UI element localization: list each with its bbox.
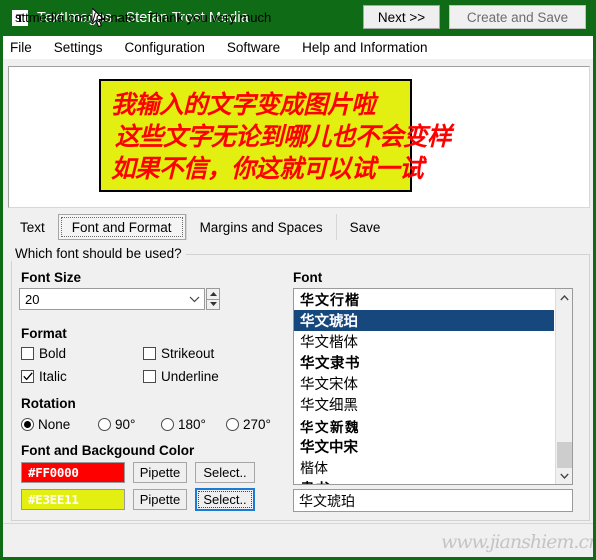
tab-margins-label: Margins and Spaces	[199, 219, 323, 235]
checkbox-bold-label: Bold	[39, 346, 67, 361]
background-color-select-button[interactable]: Select..	[195, 488, 255, 511]
checkbox-strikeout-box	[143, 347, 156, 360]
font-list-item-selected[interactable]: 华文琥珀	[294, 310, 554, 331]
checkbox-underline[interactable]: Underline	[143, 369, 219, 384]
font-list-item[interactable]: 华文楷体	[294, 331, 572, 352]
radio-rotation-none-circle	[21, 418, 34, 431]
font-color-select-button[interactable]: Select..	[195, 462, 255, 483]
checkbox-underline-label: Underline	[161, 369, 219, 384]
font-list-item[interactable]: 隶书	[294, 478, 572, 484]
spin-up-icon	[209, 291, 217, 296]
menu-item-configuration[interactable]: Configuration	[125, 38, 215, 57]
radio-rotation-180-circle	[161, 418, 174, 431]
generated-text-image: 我输入的文字变成图片啦 这些文字无论到哪儿也不会变样 如果不信，你这就可以试一试	[99, 79, 452, 192]
font-list-scrollbar[interactable]	[555, 289, 572, 484]
font-list-item[interactable]: 华文隶书	[294, 352, 572, 373]
radio-rotation-none[interactable]: None	[21, 417, 70, 432]
tab-text[interactable]: Text	[7, 214, 58, 240]
preview-line-1: 我输入的文字变成图片啦	[111, 90, 376, 119]
font-list-item[interactable]: 华文宋体	[294, 373, 572, 394]
background-color-field[interactable]: #E3EE11	[21, 489, 125, 510]
scrollbar-thumb[interactable]	[557, 442, 572, 468]
create-and-save-button: Create and Save	[449, 5, 586, 29]
radio-rotation-none-label: None	[38, 417, 71, 432]
radio-rotation-270-label: 270°	[243, 417, 271, 432]
font-list-item[interactable]: 华文中宋	[294, 436, 572, 457]
menu-item-file[interactable]: File	[10, 38, 42, 57]
checkbox-italic-label: Italic	[39, 369, 67, 384]
footer-bar	[3, 523, 593, 557]
radio-rotation-270[interactable]: 270°	[226, 417, 271, 432]
radio-rotation-180-label: 180°	[178, 417, 206, 432]
font-color-field[interactable]: #FF0000	[21, 462, 125, 483]
preview-panel: 我输入的文字变成图片啦 这些文字无论到哪儿也不会变样 如果不信，你这就可以试一试	[8, 66, 590, 208]
checkbox-italic-box	[21, 370, 34, 383]
spin-down-button[interactable]	[206, 299, 220, 310]
spin-down-icon	[209, 302, 217, 307]
colors-label: Font and Backgound Color	[21, 443, 195, 458]
scroll-down-button[interactable]	[556, 467, 572, 484]
preview-line-3: 如果不信，你这就可以试一试	[111, 154, 424, 183]
menu-item-settings[interactable]: Settings	[54, 38, 113, 57]
font-list-item[interactable]: 华文新魏	[294, 415, 572, 436]
checkbox-strikeout-label: Strikeout	[161, 346, 215, 361]
groupbox-legend: Which font should be used?	[11, 246, 186, 261]
scroll-up-button[interactable]	[556, 289, 572, 306]
format-label: Format	[21, 326, 67, 341]
chevron-up-icon	[560, 294, 569, 300]
rotation-label: Rotation	[21, 396, 76, 411]
tab-text-label: Text	[20, 219, 45, 235]
checkbox-underline-box	[143, 370, 156, 383]
radio-rotation-90-circle	[98, 418, 111, 431]
font-list-label: Font	[293, 270, 323, 285]
font-list-item[interactable]: 楷体	[294, 457, 572, 478]
checkbox-italic[interactable]: Italic	[21, 369, 67, 384]
font-color-pipette-button[interactable]: Pipette	[133, 462, 187, 483]
tab-save-label: Save	[349, 219, 381, 235]
checkbox-strikeout[interactable]: Strikeout	[143, 346, 214, 361]
radio-rotation-180[interactable]: 180°	[161, 417, 206, 432]
radio-rotation-270-circle	[226, 418, 239, 431]
font-size-spinner[interactable]	[206, 288, 220, 310]
selected-font-name-input[interactable]: 华文琥珀	[293, 489, 573, 512]
checkbox-bold-box	[21, 347, 34, 360]
font-size-label: Font Size	[21, 270, 81, 285]
checkbox-bold[interactable]: Bold	[21, 346, 66, 361]
radio-rotation-90[interactable]: 90°	[98, 417, 135, 432]
tab-margins-and-spaces[interactable]: Margins and Spaces	[185, 214, 336, 240]
donate-text: sttmedia.com/donate - Thank you very muc…	[15, 10, 272, 25]
checkmark-icon	[22, 372, 33, 381]
tab-save[interactable]: Save	[335, 214, 394, 240]
chevron-down-icon	[560, 473, 569, 479]
font-list-item[interactable]: 华文细黑	[294, 394, 572, 415]
tab-font-and-format-label: Font and Format	[71, 219, 172, 235]
application-window: T TextImages - Stefan Trost Media File S…	[0, 0, 596, 560]
groupbox-top-line	[178, 254, 590, 255]
background-color-pipette-button[interactable]: Pipette	[133, 489, 187, 510]
font-size-value: 20	[25, 291, 40, 307]
menu-item-help[interactable]: Help and Information	[302, 38, 437, 57]
menu-bar: File Settings Configuration Software Hel…	[3, 36, 593, 59]
tab-bar: Text Font and Format Margins and Spaces …	[7, 214, 591, 240]
next-button[interactable]: Next >>	[363, 5, 440, 29]
spin-up-button[interactable]	[206, 288, 220, 300]
font-list-item[interactable]: 华文行楷	[294, 289, 572, 310]
preview-line-2: 这些文字无论到哪儿也不会变样	[114, 122, 452, 151]
menu-item-software[interactable]: Software	[227, 38, 290, 57]
font-listbox[interactable]: 华文行楷 华文琥珀 华文楷体 华文隶书 华文宋体 华文细黑 华文新魏 华文中宋 …	[293, 288, 573, 485]
chevron-down-icon	[184, 296, 204, 303]
tab-font-and-format[interactable]: Font and Format	[57, 214, 186, 240]
font-size-combobox[interactable]: 20	[19, 288, 205, 310]
radio-rotation-90-label: 90°	[115, 417, 136, 432]
